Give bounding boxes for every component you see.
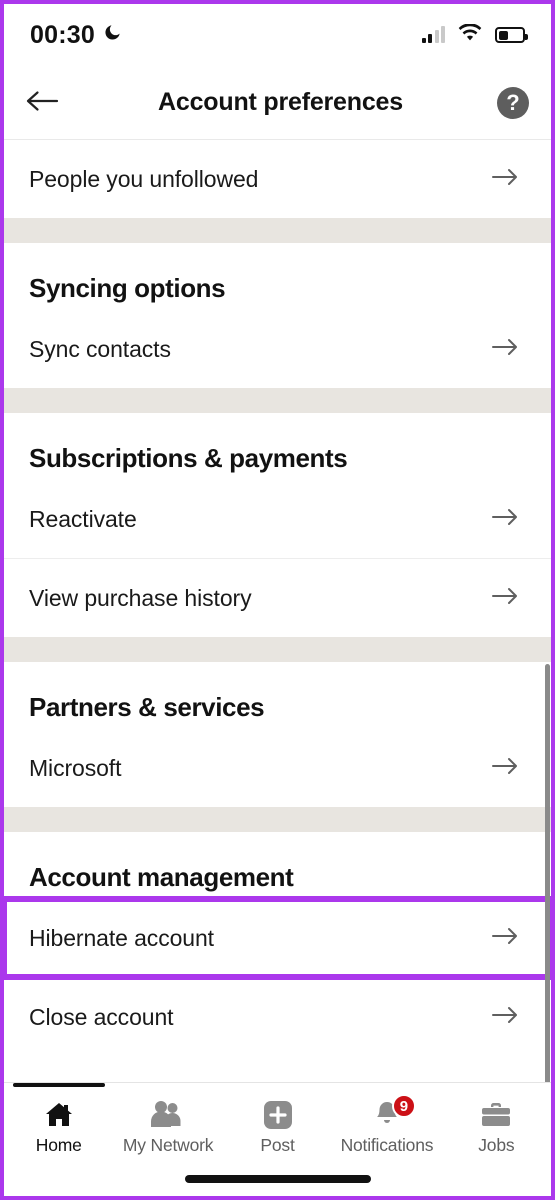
- crescent-moon-icon: [103, 23, 122, 47]
- settings-row-label: Reactivate: [29, 505, 137, 532]
- battery-icon: [495, 27, 528, 43]
- arrow-right-icon: [491, 586, 519, 611]
- settings-list[interactable]: People you unfollowed Syncing options Sync…: [4, 140, 551, 1082]
- arrow-left-icon: [26, 89, 60, 116]
- section-heading: Partners & services: [4, 662, 551, 729]
- arrow-right-icon: [491, 337, 519, 362]
- section-separator-band: [4, 388, 551, 413]
- nav-tab-home[interactable]: Home: [4, 1083, 113, 1156]
- nav-tab-my-network[interactable]: My Network: [113, 1093, 222, 1156]
- settings-row[interactable]: People you unfollowed: [4, 140, 551, 218]
- section-heading: Account management: [4, 832, 551, 899]
- nav-tab-jobs[interactable]: Jobs: [442, 1093, 551, 1156]
- nav-tab-notifications[interactable]: 9 Notifications: [332, 1093, 441, 1156]
- status-bar-left: 00:30: [30, 21, 122, 50]
- section-heading: Subscriptions & payments: [4, 413, 551, 480]
- page-header: Account preferences ?: [4, 66, 551, 140]
- arrow-right-icon: [491, 756, 519, 781]
- section-separator-band: [4, 218, 551, 243]
- settings-row-label: Hibernate account: [29, 924, 214, 951]
- settings-row[interactable]: Close account: [4, 978, 551, 1056]
- nav-tab-label: Post: [260, 1135, 295, 1155]
- settings-row-label: Close account: [29, 1003, 174, 1030]
- nav-tab-post[interactable]: Post: [223, 1093, 332, 1156]
- phone-screen: 00:30 Account preferences ? People you u…: [0, 0, 555, 1200]
- nav-tab-label: My Network: [122, 1135, 214, 1155]
- nav-tab-label: Jobs: [478, 1135, 515, 1155]
- section-separator-band: [4, 807, 551, 832]
- settings-row-label: Sync contacts: [29, 335, 171, 362]
- section-separator-band: [4, 637, 551, 662]
- help-circle-icon[interactable]: ?: [497, 86, 529, 119]
- page-title: Account preferences: [158, 88, 403, 116]
- active-tab-indicator: [12, 1083, 105, 1087]
- settings-row[interactable]: Reactivate: [4, 480, 551, 558]
- cellular-signal-icon: [421, 26, 445, 43]
- settings-row-highlighted[interactable]: Hibernate account: [4, 896, 551, 980]
- settings-row[interactable]: View purchase history: [4, 559, 551, 637]
- status-bar-right: [421, 22, 528, 47]
- settings-row-label: View purchase history: [29, 584, 252, 611]
- vertical-scrollbar[interactable]: [545, 664, 550, 1082]
- settings-row[interactable]: Sync contacts: [4, 310, 551, 388]
- plus-square-icon: [263, 1099, 293, 1131]
- settings-row-label: People you unfollowed: [29, 165, 259, 192]
- bottom-navigation-bar: Home My Network Post 9 Notifications Jobs: [4, 1082, 551, 1196]
- notification-badge: 9: [391, 1094, 416, 1118]
- help-glyph: ?: [506, 89, 520, 115]
- wifi-icon: [458, 22, 482, 47]
- nav-tab-label: Notifications: [340, 1135, 434, 1155]
- section-heading: Syncing options: [4, 243, 551, 310]
- settings-row[interactable]: Microsoft: [4, 729, 551, 807]
- home-icon: [43, 1099, 75, 1131]
- arrow-right-icon: [491, 167, 519, 192]
- status-clock: 00:30: [30, 20, 95, 49]
- status-bar: 00:30: [4, 4, 551, 66]
- nav-tab-label: Home: [35, 1135, 82, 1155]
- people-icon: [151, 1099, 185, 1131]
- settings-row-label: Microsoft: [29, 754, 122, 781]
- briefcase-icon: [480, 1099, 512, 1131]
- home-indicator-bar: [184, 1175, 371, 1183]
- bell-icon: 9: [372, 1094, 416, 1131]
- arrow-right-icon: [491, 926, 519, 951]
- arrow-right-icon: [491, 507, 519, 532]
- arrow-right-icon: [491, 1005, 519, 1030]
